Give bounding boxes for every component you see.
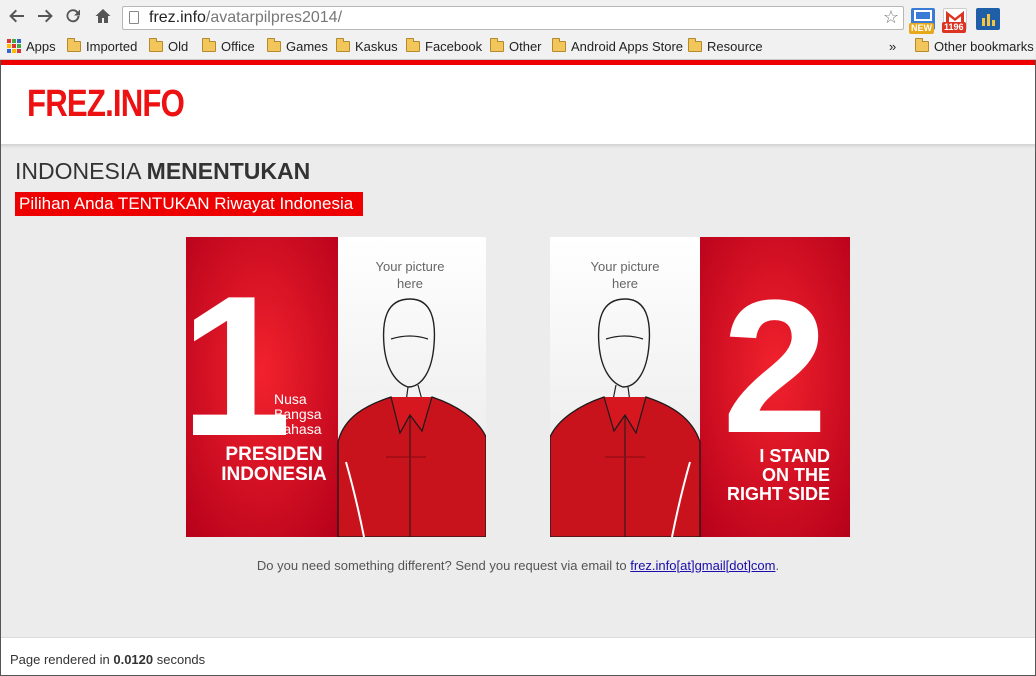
contact-note-text: Do you need something different? Send yo… bbox=[256, 558, 631, 573]
bookmark-android-apps-store[interactable]: Android Apps Store bbox=[552, 38, 683, 56]
other-bookmarks[interactable]: Other bookmarks bbox=[915, 38, 1034, 56]
bookmarks-overflow-button[interactable]: » bbox=[889, 38, 896, 56]
bookmark-resource[interactable]: Resource bbox=[688, 38, 763, 56]
bar-chart-icon bbox=[982, 14, 995, 26]
render-time-value: 0.0120 bbox=[113, 652, 154, 667]
bookmark-other[interactable]: Other bbox=[490, 38, 542, 56]
bookmark-label: Apps bbox=[26, 39, 56, 54]
folder-icon bbox=[149, 38, 163, 52]
back-button[interactable] bbox=[6, 7, 28, 29]
poster-caption-1: PRESIDEN bbox=[225, 444, 322, 465]
page-heading: INDONESIA MENENTUKAN bbox=[15, 158, 310, 185]
poster-caption-1: I STAND bbox=[759, 446, 830, 466]
render-time-suffix: seconds bbox=[153, 652, 206, 667]
poster-1-graphic: 1 Nusa Bangsa Bahasa PRESIDEN INDONESIA … bbox=[186, 237, 486, 537]
apps-grid-icon bbox=[7, 39, 21, 53]
folder-icon bbox=[490, 38, 504, 52]
poster-number: 2 bbox=[722, 261, 828, 473]
poster-2-graphic: 2 I STAND ON THE RIGHT SIDE Your picture… bbox=[550, 237, 850, 537]
picture-placeholder-line2: here bbox=[612, 276, 638, 291]
forward-button[interactable] bbox=[34, 7, 56, 29]
screen-extension-button[interactable]: NEW bbox=[909, 8, 935, 34]
url-path: /avatarpilpres2014/ bbox=[205, 9, 343, 26]
picture-placeholder-line1: Your picture bbox=[376, 259, 445, 274]
back-arrow-icon bbox=[9, 9, 24, 23]
poster-caption-3: RIGHT SIDE bbox=[727, 484, 830, 504]
bookmark-office[interactable]: Office bbox=[202, 38, 255, 56]
bookmark-apps[interactable]: Apps bbox=[7, 38, 56, 56]
folder-icon bbox=[267, 38, 281, 52]
reload-icon bbox=[66, 9, 80, 23]
folder-icon bbox=[406, 38, 420, 52]
bookmark-label: Kaskus bbox=[355, 39, 398, 54]
bookmark-label: Android Apps Store bbox=[571, 39, 684, 54]
heading-light: INDONESIA bbox=[15, 158, 147, 184]
avatar-template-2[interactable]: 2 I STAND ON THE RIGHT SIDE Your picture… bbox=[550, 237, 850, 537]
folder-icon bbox=[202, 38, 216, 52]
bookmark-old[interactable]: Old bbox=[149, 38, 188, 56]
bookmarks-bar: Apps Imported Old Office Games Kaskus Fa… bbox=[0, 36, 1036, 58]
avatar-template-1[interactable]: 1 Nusa Bangsa Bahasa PRESIDEN INDONESIA … bbox=[186, 237, 486, 537]
render-time-text: Page rendered in 0.0120 seconds bbox=[10, 652, 205, 667]
folder-icon bbox=[915, 38, 929, 52]
bookmark-star-icon[interactable]: ☆ bbox=[883, 7, 899, 28]
red-shirt-graphic bbox=[550, 396, 701, 537]
contact-email-link[interactable]: frez.info[at]gmail[dot]com bbox=[630, 558, 775, 573]
forward-arrow-icon bbox=[38, 9, 53, 23]
home-icon bbox=[95, 9, 111, 23]
heading-bold: MENENTUKAN bbox=[146, 158, 311, 184]
bookmark-label: Other bbox=[509, 39, 542, 54]
folder-icon bbox=[336, 38, 350, 52]
new-badge: NEW bbox=[909, 23, 934, 34]
home-button[interactable] bbox=[92, 7, 114, 29]
address-bar[interactable]: frez.info/avatarpilpres2014/ ☆ bbox=[122, 6, 904, 30]
poster-caption-2: ON THE bbox=[762, 465, 830, 485]
site-logo[interactable]: FREZ.INFO bbox=[27, 83, 185, 126]
tagline-banner: Pilihan Anda TENTUKAN Riwayat Indonesia bbox=[15, 192, 364, 216]
contact-note: Do you need something different? Send yo… bbox=[0, 558, 1036, 573]
window-frame bbox=[0, 60, 1036, 676]
bookmark-label: Office bbox=[221, 39, 255, 54]
url-text[interactable]: frez.info/avatarpilpres2014/ bbox=[149, 9, 342, 27]
bookmark-label: Games bbox=[286, 39, 328, 54]
url-host: frez.info bbox=[149, 9, 206, 26]
gmail-extension-button[interactable]: 1196 bbox=[942, 8, 967, 33]
bookmark-kaskus[interactable]: Kaskus bbox=[336, 38, 398, 56]
folder-icon bbox=[67, 38, 81, 52]
poster-caption-2: INDONESIA bbox=[221, 464, 327, 485]
poster-subline-3: Bahasa bbox=[274, 421, 322, 437]
page-footer: Page rendered in 0.0120 seconds bbox=[0, 637, 1036, 676]
folder-icon bbox=[688, 38, 702, 52]
browser-chrome: frez.info/avatarpilpres2014/ ☆ NEW 1196 … bbox=[0, 0, 1036, 60]
picture-placeholder-line2: here bbox=[397, 276, 423, 291]
browser-toolbar: frez.info/avatarpilpres2014/ ☆ NEW 1196 bbox=[0, 0, 1036, 36]
bookmark-label: Resource bbox=[707, 39, 763, 54]
picture-placeholder-line1: Your picture bbox=[591, 259, 660, 274]
red-shirt-graphic bbox=[337, 396, 486, 537]
poster-subline-1: Nusa bbox=[274, 391, 307, 407]
render-time-prefix: Page rendered in bbox=[10, 652, 114, 667]
bookmark-label: Old bbox=[168, 39, 189, 54]
stats-extension-button[interactable] bbox=[976, 8, 1000, 30]
monitor-icon bbox=[914, 10, 932, 21]
site-header: FREZ.INFO bbox=[0, 60, 1036, 144]
bookmark-label: Imported bbox=[86, 39, 138, 54]
folder-icon bbox=[552, 38, 566, 52]
bookmark-label: Facebook bbox=[425, 39, 483, 54]
bookmark-label: Other bookmarks bbox=[934, 39, 1034, 54]
poster-subline-2: Bangsa bbox=[274, 406, 322, 422]
bookmark-facebook[interactable]: Facebook bbox=[406, 38, 482, 56]
bookmark-imported[interactable]: Imported bbox=[67, 38, 137, 56]
bookmark-games[interactable]: Games bbox=[267, 38, 328, 56]
reload-button[interactable] bbox=[62, 7, 84, 29]
contact-note-trailing: . bbox=[775, 558, 780, 573]
page-icon bbox=[129, 11, 139, 24]
unread-count-badge: 1196 bbox=[942, 22, 966, 33]
